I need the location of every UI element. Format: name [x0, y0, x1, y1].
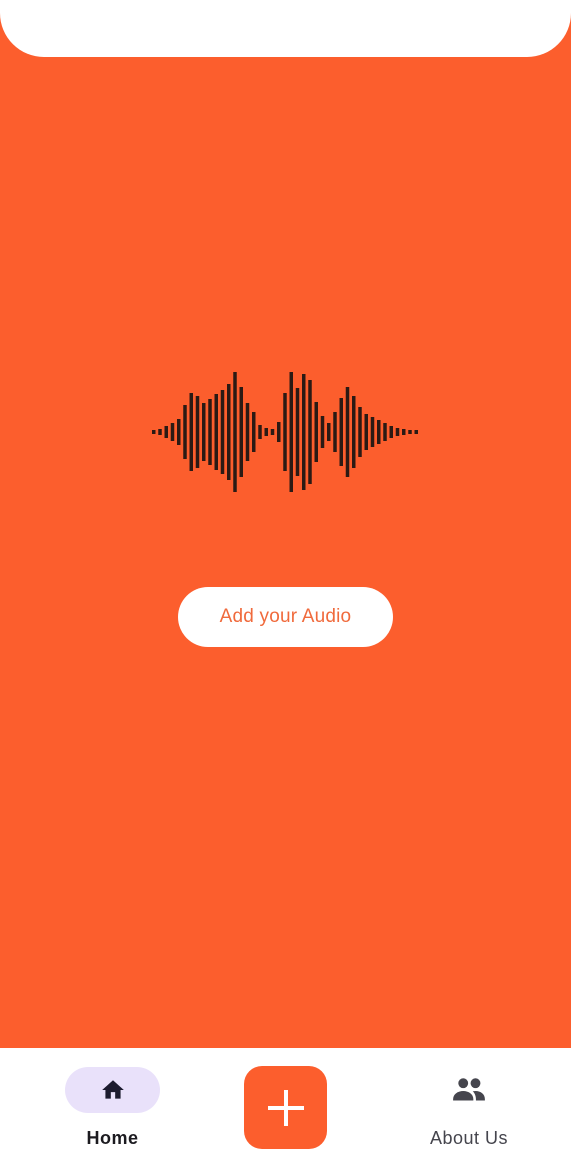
- waveform-bar: [345, 387, 350, 477]
- waveform-bar: [358, 407, 362, 457]
- waveform-bar: [208, 399, 212, 465]
- add-audio-button[interactable]: Add your Audio: [178, 587, 393, 647]
- waveform-bar: [202, 403, 206, 461]
- group-icon: [453, 1078, 485, 1101]
- waveform-bar: [408, 430, 412, 434]
- waveform-bar: [195, 396, 200, 468]
- nav-home-label[interactable]: Home: [62, 1128, 163, 1149]
- waveform-bar: [258, 425, 262, 439]
- waveform-bar: [352, 396, 356, 468]
- waveform-bar: [289, 372, 293, 492]
- waveform-bar: [283, 393, 287, 471]
- waveform-bar: [320, 416, 325, 448]
- waveform-bar: [370, 417, 375, 447]
- add-fab-button[interactable]: [244, 1066, 327, 1149]
- waveform-bar: [214, 394, 218, 470]
- waveform-bar: [308, 380, 312, 484]
- waveform-bar: [152, 430, 156, 434]
- nav-about-label[interactable]: About Us: [410, 1128, 528, 1149]
- waveform-bar: [245, 403, 250, 461]
- waveform-bar: [264, 428, 268, 436]
- bottom-navigation-bar: Home About Us: [0, 1048, 571, 1163]
- waveform-bar: [177, 419, 181, 445]
- waveform-bar: [389, 426, 393, 438]
- waveform-bar: [295, 388, 300, 476]
- waveform-bar: [189, 393, 193, 471]
- home-icon: [101, 1080, 124, 1099]
- waveform-bar: [395, 428, 400, 436]
- waveform-bar: [252, 412, 256, 452]
- waveform-bar: [170, 423, 175, 441]
- top-card: [0, 0, 571, 57]
- nav-about-button[interactable]: [446, 1074, 492, 1104]
- waveform-bar: [314, 402, 318, 462]
- waveform-bar: [270, 429, 275, 435]
- waveform-bar: [164, 426, 168, 438]
- waveform-bar: [383, 423, 387, 441]
- waveform-bar: [227, 384, 231, 480]
- waveform-bar: [277, 422, 281, 442]
- nav-home-button[interactable]: [65, 1067, 160, 1113]
- waveform-bar: [239, 387, 243, 477]
- waveform-bar: [327, 423, 331, 441]
- main-area: Add your Audio: [0, 0, 571, 1048]
- waveform-bar: [233, 372, 237, 492]
- audio-waveform-icon: [152, 372, 418, 492]
- waveform-bar: [377, 420, 381, 444]
- waveform-bar: [183, 405, 187, 459]
- waveform-bar: [339, 398, 343, 466]
- waveform-bar: [414, 430, 418, 434]
- waveform-bar: [402, 429, 406, 435]
- waveform-bar: [364, 414, 368, 450]
- waveform-bar: [302, 374, 306, 490]
- waveform-bar: [158, 429, 162, 435]
- waveform-bar: [333, 412, 337, 452]
- plus-icon: [267, 1089, 304, 1126]
- waveform-bar: [220, 390, 225, 474]
